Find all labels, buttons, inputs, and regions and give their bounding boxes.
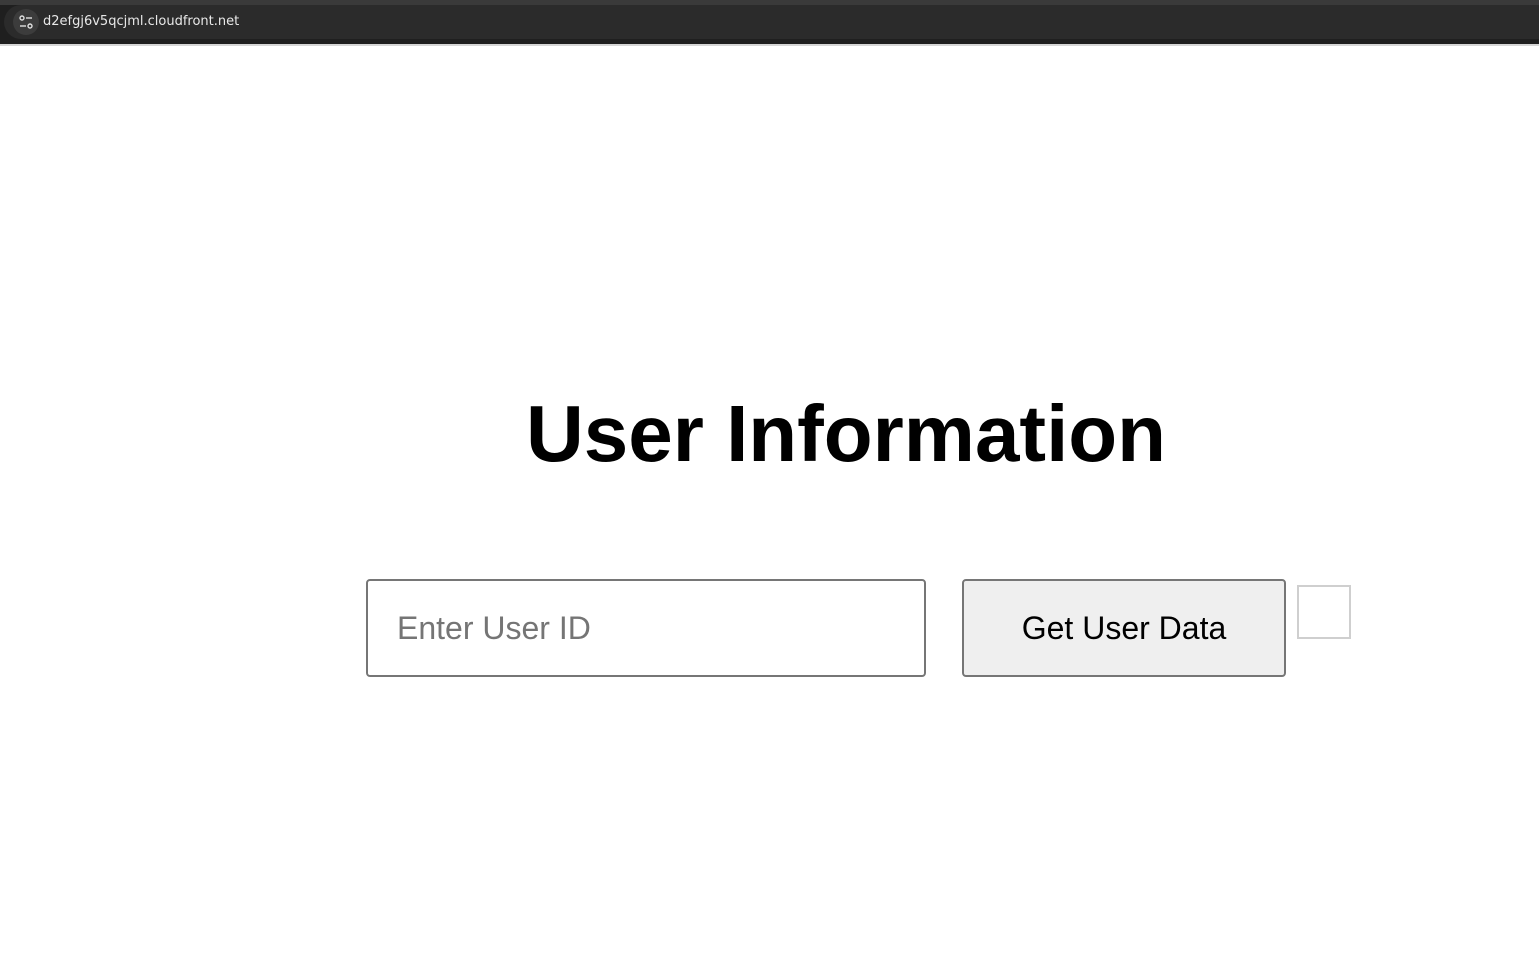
toolbar-divider <box>0 44 1539 46</box>
get-user-data-button[interactable]: Get User Data <box>962 579 1286 677</box>
url-text[interactable]: d2efgj6v5qcjml.cloudfront.net <box>43 13 239 31</box>
address-bar[interactable]: d2efgj6v5qcjml.cloudfront.net <box>4 5 1539 39</box>
user-data-output <box>1297 585 1351 639</box>
tune-icon[interactable] <box>13 9 39 35</box>
browser-toolbar: d2efgj6v5qcjml.cloudfront.net <box>0 0 1539 44</box>
user-id-input[interactable] <box>366 579 926 677</box>
page-title: User Information <box>525 389 1167 478</box>
